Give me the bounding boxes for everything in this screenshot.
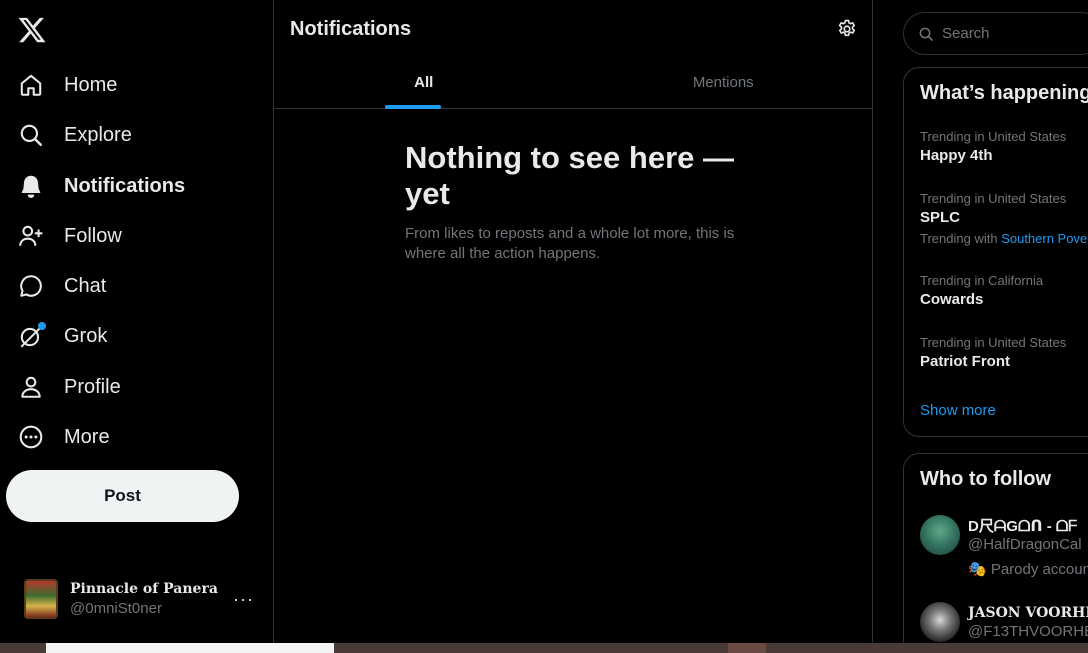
account-switcher[interactable]: Pinnacle of Panera @0mniSt0ner ···: [12, 572, 262, 626]
sidebar-item-label: Follow: [64, 224, 122, 247]
search-placeholder: Search: [942, 25, 990, 42]
sidebar-item-grok[interactable]: Grok: [6, 313, 119, 359]
account-handle: @0mniSt0ner: [70, 600, 162, 617]
unread-dot: [38, 322, 46, 330]
sidebar-item-explore[interactable]: Explore: [6, 112, 144, 158]
trend-with-prefix: Trending with: [920, 231, 998, 246]
trend-with: Trending with Southern Poverty: [920, 231, 1088, 246]
search-input[interactable]: Search: [903, 12, 1088, 55]
grok-icon: [18, 322, 46, 349]
sidebar-item-follow[interactable]: Follow: [6, 213, 134, 259]
suggestion-name: JASON VOORHEES: [968, 605, 1088, 621]
chat-icon: [18, 273, 44, 299]
x-logo-icon[interactable]: [17, 15, 47, 45]
sidebar-item-label: Profile: [64, 375, 121, 398]
sidebar-item-more[interactable]: More: [6, 414, 122, 460]
post-button[interactable]: Post: [6, 470, 239, 522]
tab-all[interactable]: All: [274, 56, 574, 109]
trend-title: Cowards: [920, 291, 984, 308]
sidebar-item-label: Home: [64, 73, 118, 96]
taskbar-app-icon[interactable]: [728, 643, 766, 653]
taskbar: [0, 643, 1088, 653]
home-icon: [18, 72, 44, 98]
sidebar: Home Explore Notifications Follow Chat G…: [0, 0, 274, 643]
trend-title: Patriot Front: [920, 353, 1010, 370]
sidebar-item-label: More: [64, 425, 110, 448]
profile-icon: [18, 374, 44, 400]
trend-item[interactable]: Trending in United States Patriot Front: [920, 335, 1066, 370]
search-icon: [18, 122, 44, 148]
suggestion-handle: @F13THVOORHEES: [968, 623, 1088, 640]
trend-context: Trending in California: [920, 273, 1044, 288]
sidebar-item-profile[interactable]: Profile: [6, 364, 133, 410]
notifications-column: Notifications All Mentions Nothing to se…: [274, 0, 873, 643]
sidebar-item-label: Grok: [64, 324, 108, 347]
follow-suggestion[interactable]: D尺ᗩGᗝᑎ - ᗝᖴ @HalfDragonCal 🎭 Parody acco…: [920, 515, 1088, 578]
empty-state: Nothing to see here — yet From likes to …: [405, 140, 745, 264]
card-title: What’s happening: [920, 82, 1088, 104]
bell-icon: [18, 173, 44, 199]
avatar: [920, 515, 960, 555]
account-names: Pinnacle of Panera @0mniSt0ner: [70, 581, 218, 617]
tab-label: All: [414, 74, 434, 91]
sidebar-item-label: Notifications: [64, 174, 186, 197]
empty-state-subtitle: From likes to reposts and a whole lot mo…: [405, 225, 735, 262]
suggestion-handle: @HalfDragonCal: [968, 536, 1082, 553]
empty-state-title: Nothing to see here — yet: [405, 140, 734, 211]
notification-tabs: All Mentions: [274, 56, 873, 109]
tab-label: Mentions: [692, 74, 754, 91]
trend-with-link[interactable]: Southern Poverty: [1001, 231, 1088, 246]
sidebar-item-notifications[interactable]: Notifications: [6, 163, 197, 209]
account-menu-icon[interactable]: ···: [233, 589, 254, 610]
follow-icon: [18, 223, 44, 249]
trend-context: Trending in United States: [920, 129, 1067, 144]
avatar: [920, 602, 960, 642]
show-more-link[interactable]: Show more: [920, 402, 996, 419]
trend-title: SPLC: [920, 209, 961, 226]
avatar: [24, 579, 58, 619]
trend-item[interactable]: Trending in California Cowards: [920, 273, 1043, 308]
more-icon: [18, 424, 44, 450]
search-icon: [919, 27, 933, 41]
taskbar-search-box[interactable]: [46, 643, 334, 653]
tab-mentions[interactable]: Mentions: [574, 56, 874, 109]
active-tab-indicator: [385, 105, 441, 109]
card-title: Who to follow: [920, 468, 1052, 490]
account-name: Pinnacle of Panera: [70, 581, 218, 597]
sidebar-item-label: Chat: [64, 274, 107, 297]
sidebar-item-chat[interactable]: Chat: [6, 263, 118, 309]
whats-happening-card: What’s happening Trending in United Stat…: [903, 67, 1088, 437]
page-title: Notifications: [290, 18, 412, 40]
trend-context: Trending in United States: [920, 335, 1067, 350]
sidebar-item-label: Explore: [64, 123, 132, 146]
trend-item[interactable]: Trending in United States Happy 4th: [920, 129, 1066, 164]
suggestion-name: D尺ᗩGᗝᑎ - ᗝᖴ: [968, 518, 1078, 535]
who-to-follow-card: Who to follow D尺ᗩGᗝᑎ - ᗝᖴ @HalfDragonCal…: [903, 453, 1088, 653]
gear-icon[interactable]: [836, 18, 858, 40]
trend-context: Trending in United States: [920, 191, 1067, 206]
parody-label: 🎭 Parody account: [968, 561, 1088, 578]
trend-item[interactable]: Trending in United States SPLC Trending …: [920, 191, 1088, 246]
trend-title: Happy 4th: [920, 147, 993, 164]
sidebar-item-home[interactable]: Home: [6, 62, 129, 108]
